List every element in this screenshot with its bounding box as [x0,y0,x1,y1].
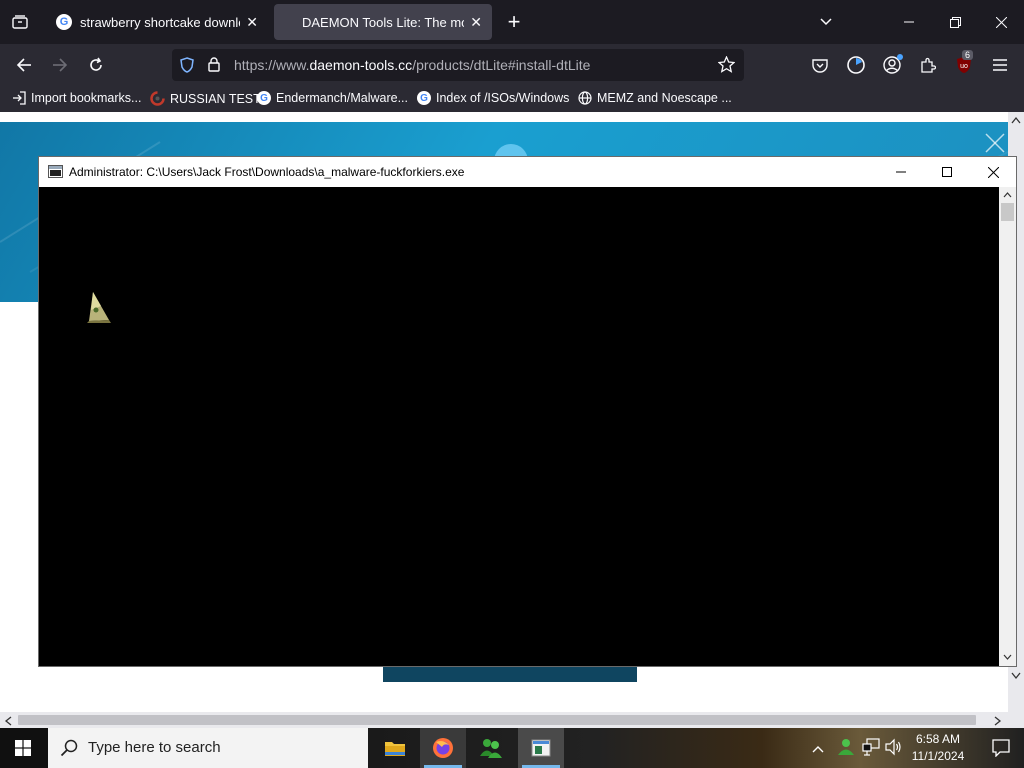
console-scroll-thumb[interactable] [1001,203,1014,221]
page-horizontal-scrollbar[interactable] [0,712,1024,728]
notification-dot-icon [897,54,903,60]
tab-daemon-tools[interactable]: DAEMON Tools Lite: The most popular ✕ [274,4,492,40]
url-text[interactable]: https://www.daemon-tools.cc/products/dtL… [234,57,590,73]
google-icon: G [257,91,271,105]
bookmark-label: Endermanch/Malware... [276,91,409,105]
show-hidden-icons-chevron-icon[interactable] [812,740,824,758]
globe-icon [578,91,592,105]
ublock-origin-icon[interactable]: uo 6 [949,50,979,80]
console-close-button[interactable] [970,157,1016,187]
forward-button[interactable] [45,50,75,80]
google-icon: G [56,14,72,30]
back-button[interactable] [9,50,39,80]
url-bar[interactable]: https://www.daemon-tools.cc/products/dtL… [172,49,744,81]
lock-icon[interactable] [208,57,220,77]
tracking-shield-icon[interactable] [180,57,194,78]
minimize-window-button[interactable] [886,0,932,44]
bookmark-label: MEMZ and Noescape ... [597,91,732,105]
close-window-button[interactable] [978,0,1024,44]
bookmark-favicon [150,91,165,106]
svg-text:uo: uo [960,63,968,70]
import-icon [12,91,26,105]
search-placeholder: Type here to search [88,739,221,756]
list-all-tabs-icon[interactable] [6,10,34,34]
wizard-hat-sprite-icon [87,290,113,329]
restore-window-button[interactable] [932,0,978,44]
tab-strip: G strawberry shortcake download ✕ DAEMON… [0,0,1024,44]
app-menu-icon[interactable] [985,50,1015,80]
url-prefix: https://www. [234,57,310,73]
url-host: daemon-tools.cc [309,57,413,73]
google-icon: G [417,91,431,105]
console-taskbar-icon[interactable] [518,728,564,768]
clock-date: 11/1/2024 [911,749,965,763]
console-scrollbar[interactable] [999,187,1016,666]
clock-time: 6:58 AM [915,732,961,746]
bookmark-russian-test[interactable]: RUSSIAN TEST [150,91,261,106]
bookmark-isos[interactable]: G Index of /ISOs/Windows [417,91,569,105]
volume-icon[interactable] [885,738,903,761]
console-window[interactable]: Administrator: C:\Users\Jack Frost\Downl… [38,156,1017,667]
firefox-taskbar-icon[interactable] [420,728,466,768]
url-path: /products/dtLite#install-dtLite [412,57,591,73]
bookmark-label: Import bookmarks... [31,91,142,105]
console-app-icon [48,165,63,183]
bookmark-label: RUSSIAN TEST [170,91,261,106]
close-tab-icon[interactable]: ✕ [246,14,258,31]
extensions-puzzle-icon[interactable] [913,50,943,80]
bookmark-endermanch[interactable]: G Endermanch/Malware... [257,91,408,105]
taskbar-search-box[interactable]: Type here to search [48,728,368,768]
timer-extension-icon[interactable] [841,50,871,80]
tray-user-icon[interactable] [836,737,856,762]
account-icon[interactable] [877,50,907,80]
bookmark-star-icon[interactable] [717,55,736,78]
pocket-icon[interactable] [805,50,835,80]
taskbar-clock[interactable]: 6:58 AM 11/1/2024 [908,731,968,765]
close-overlay-icon[interactable] [984,132,1006,159]
navigation-toolbar: https://www.daemon-tools.cc/products/dtL… [0,44,1024,86]
extension-badge: 6 [962,50,974,60]
file-explorer-icon[interactable] [372,728,418,768]
reload-button[interactable] [81,50,111,80]
horizontal-scroll-thumb[interactable] [18,715,976,725]
action-center-button[interactable] [978,728,1024,768]
bookmark-memz[interactable]: MEMZ and Noescape ... [578,91,732,105]
bookmarks-toolbar: Import bookmarks... RUSSIAN TEST G Ender… [0,86,1024,112]
network-icon[interactable] [862,738,880,761]
tab-overflow-chevron-icon[interactable] [803,0,849,44]
start-button[interactable] [0,728,46,768]
new-tab-button[interactable]: + [500,8,528,36]
console-minimize-button[interactable] [878,157,924,187]
users-app-icon[interactable] [468,728,514,768]
tab-title: DAEMON Tools Lite: The most popular [302,14,464,30]
close-tab-icon[interactable]: ✕ [470,14,482,31]
tab-strawberry[interactable]: G strawberry shortcake download ✕ [46,4,268,40]
console-title-bar[interactable]: Administrator: C:\Users\Jack Frost\Downl… [39,157,1016,187]
tab-title: strawberry shortcake download [80,14,240,30]
search-icon [60,739,78,762]
bookmark-label: Index of /ISOs/Windows [436,91,570,105]
windows-taskbar: Type here to search 6:58 AM 11/1/2024 [0,728,1024,768]
console-title: Administrator: C:\Users\Jack Frost\Downl… [69,165,465,179]
console-maximize-button[interactable] [924,157,970,187]
bookmark-import[interactable]: Import bookmarks... [12,91,141,105]
